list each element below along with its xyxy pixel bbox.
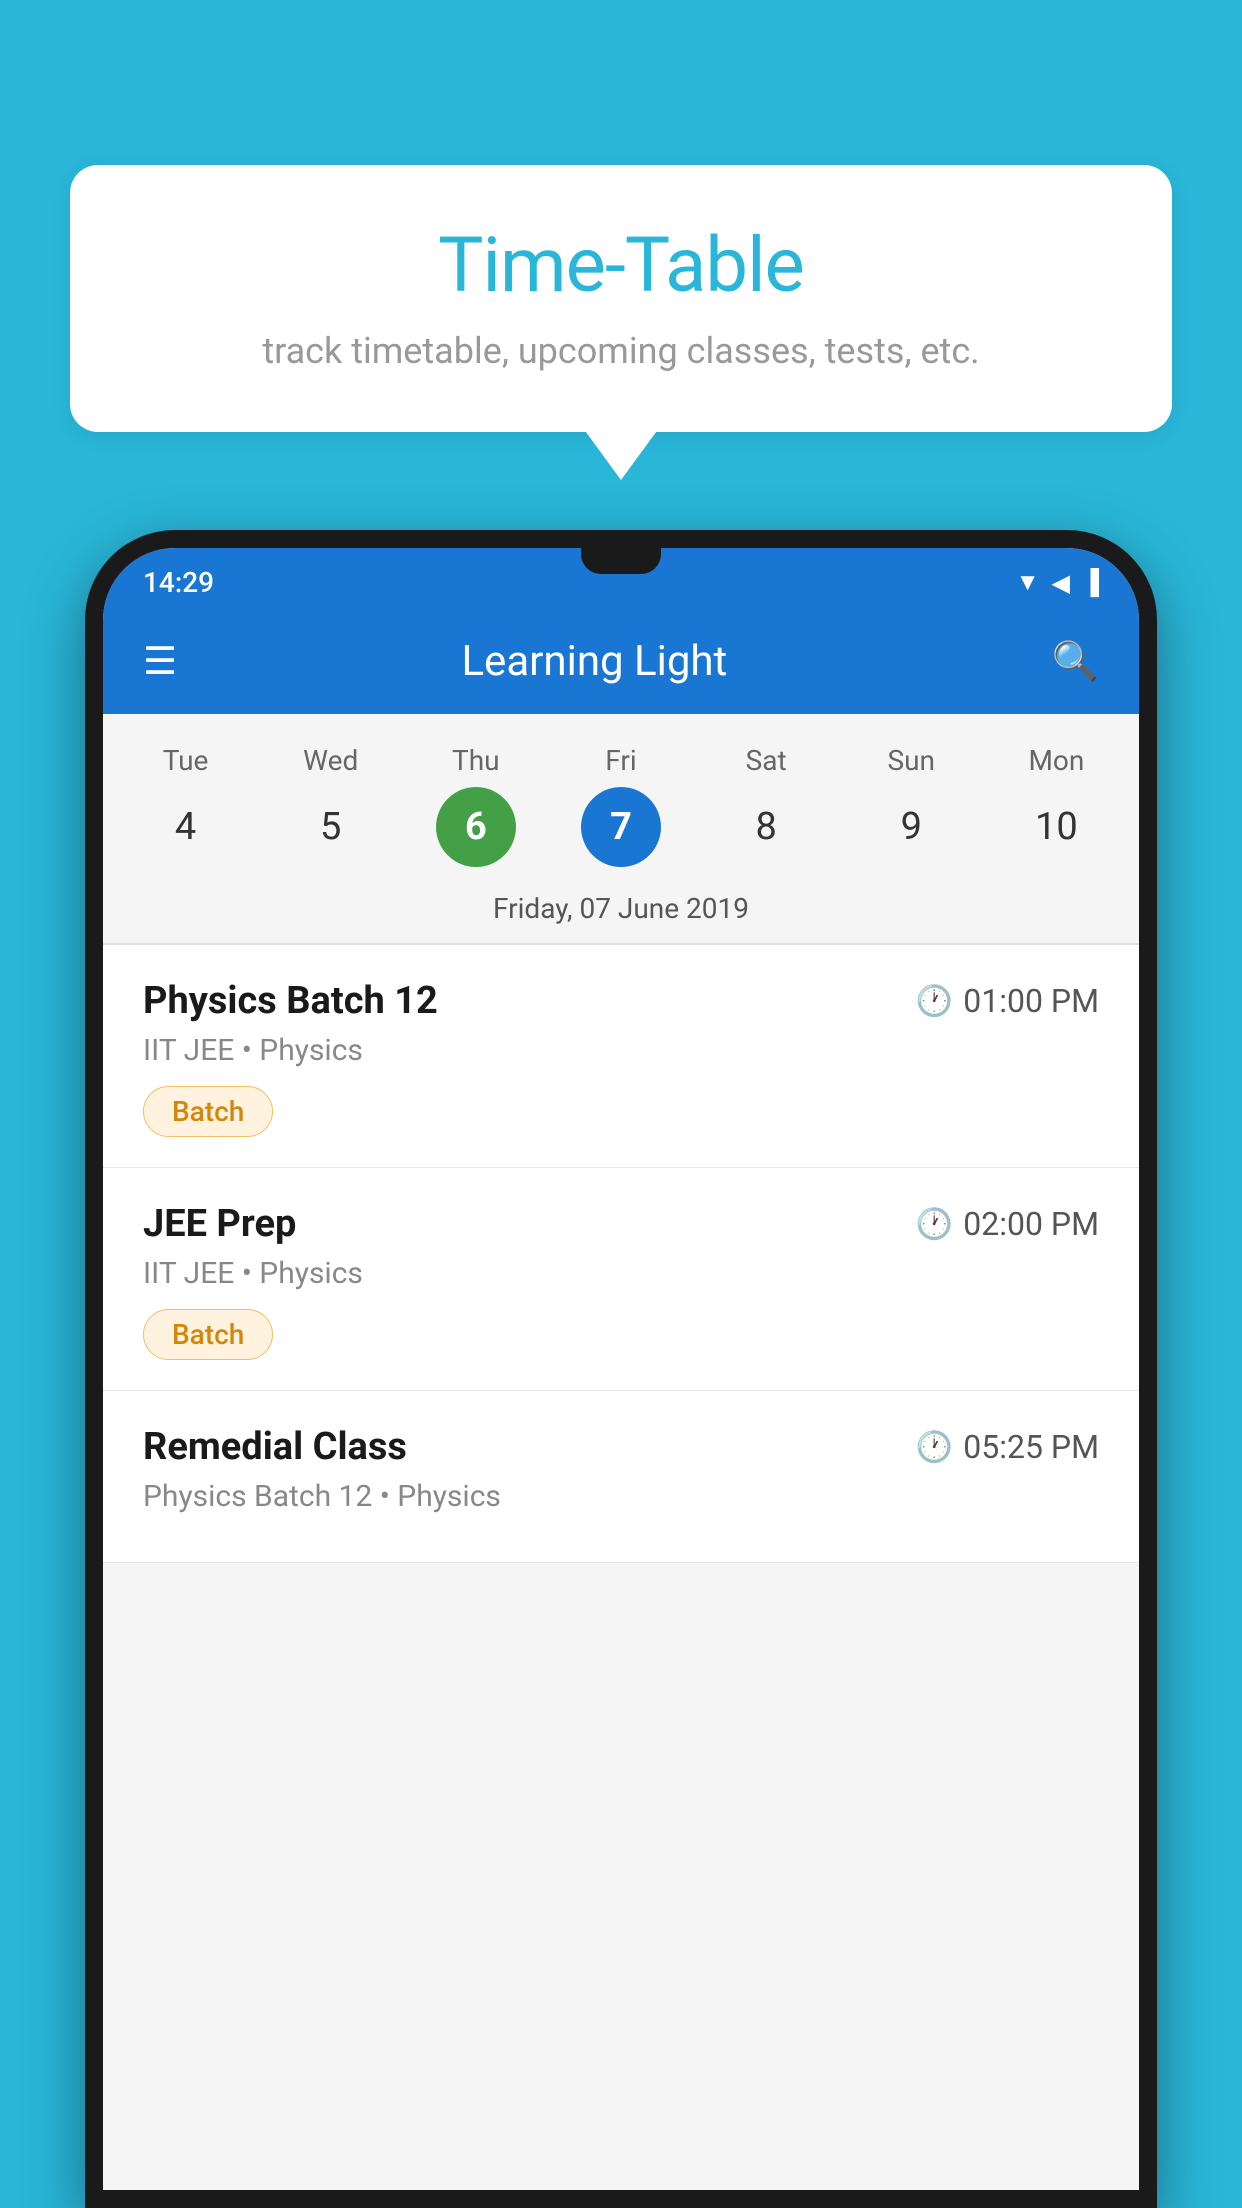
day-6-today[interactable]: 6 xyxy=(436,787,516,867)
schedule-subtitle-3: Physics Batch 12 • Physics xyxy=(143,1479,1099,1514)
schedule-item-header-1: Physics Batch 12 🕐 01:00 PM xyxy=(143,979,1099,1023)
app-bar: ☰ Learning Light 🔍 xyxy=(103,609,1139,714)
day-9[interactable]: 9 xyxy=(871,787,951,867)
day-numbers: 4 5 6 7 8 9 10 xyxy=(103,782,1139,882)
schedule-title-1: Physics Batch 12 xyxy=(143,979,438,1023)
batch-badge-2: Batch xyxy=(143,1309,273,1360)
tooltip-card: Time-Table track timetable, upcoming cla… xyxy=(70,165,1172,432)
status-icons: ▼ ◀ ▐ xyxy=(1016,568,1099,597)
wifi-icon: ▼ xyxy=(1016,568,1040,597)
calendar-section: Tue Wed Thu Fri Sat Sun Mon 4 5 6 7 8 9 … xyxy=(103,714,1139,943)
clock-icon-1: 🕐 xyxy=(916,984,953,1019)
day-headers: Tue Wed Thu Fri Sat Sun Mon xyxy=(103,734,1139,782)
phone-notch xyxy=(581,548,661,574)
schedule-time-2: 🕐 02:00 PM xyxy=(916,1205,1099,1243)
selected-date-label: Friday, 07 June 2019 xyxy=(103,882,1139,943)
phone-frame: 14:29 ▼ ◀ ▐ ☰ Learning Light 🔍 Tue Wed T… xyxy=(85,530,1157,2208)
battery-icon: ▐ xyxy=(1082,568,1099,597)
schedule-item-jee-prep[interactable]: JEE Prep 🕐 02:00 PM IIT JEE • Physics Ba… xyxy=(103,1168,1139,1391)
schedule-time-1: 🕐 01:00 PM xyxy=(916,982,1099,1020)
batch-badge-1: Batch xyxy=(143,1086,273,1137)
day-header-fri: Fri xyxy=(581,744,661,777)
day-8[interactable]: 8 xyxy=(726,787,806,867)
schedule-item-physics-batch[interactable]: Physics Batch 12 🕐 01:00 PM IIT JEE • Ph… xyxy=(103,945,1139,1168)
signal-icon: ◀ xyxy=(1052,569,1070,597)
schedule-time-3: 🕐 05:25 PM xyxy=(916,1428,1099,1466)
schedule-subtitle-2: IIT JEE • Physics xyxy=(143,1256,1099,1291)
day-4[interactable]: 4 xyxy=(146,787,226,867)
clock-icon-2: 🕐 xyxy=(916,1207,953,1242)
schedule-title-3: Remedial Class xyxy=(143,1425,407,1469)
day-header-sat: Sat xyxy=(726,744,806,777)
day-header-tue: Tue xyxy=(146,744,226,777)
schedule-item-remedial[interactable]: Remedial Class 🕐 05:25 PM Physics Batch … xyxy=(103,1391,1139,1563)
status-time: 14:29 xyxy=(143,566,214,599)
schedule-item-header-3: Remedial Class 🕐 05:25 PM xyxy=(143,1425,1099,1469)
schedule-subtitle-1: IIT JEE • Physics xyxy=(143,1033,1099,1068)
day-header-wed: Wed xyxy=(291,744,371,777)
schedule-title-2: JEE Prep xyxy=(143,1202,296,1246)
day-header-thu: Thu xyxy=(436,744,516,777)
day-5[interactable]: 5 xyxy=(291,787,371,867)
day-10[interactable]: 10 xyxy=(1016,787,1096,867)
search-icon[interactable]: 🔍 xyxy=(1052,640,1099,684)
phone-screen: 14:29 ▼ ◀ ▐ ☰ Learning Light 🔍 Tue Wed T… xyxy=(103,548,1139,2190)
tooltip-title: Time-Table xyxy=(130,220,1112,310)
schedule-list: Physics Batch 12 🕐 01:00 PM IIT JEE • Ph… xyxy=(103,945,1139,1563)
app-bar-title: Learning Light xyxy=(137,637,1052,686)
day-7-selected[interactable]: 7 xyxy=(581,787,661,867)
clock-icon-3: 🕐 xyxy=(916,1430,953,1465)
tooltip-subtitle: track timetable, upcoming classes, tests… xyxy=(130,330,1112,372)
day-header-sun: Sun xyxy=(871,744,951,777)
day-header-mon: Mon xyxy=(1016,744,1096,777)
schedule-item-header-2: JEE Prep 🕐 02:00 PM xyxy=(143,1202,1099,1246)
